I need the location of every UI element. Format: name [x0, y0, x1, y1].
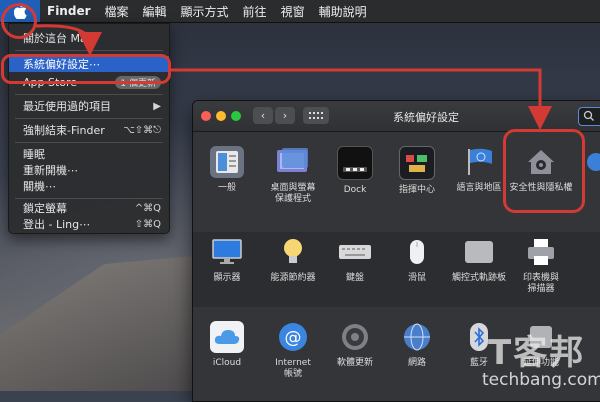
menu-separator: [15, 118, 163, 119]
keyboard-icon: [338, 236, 372, 268]
gear-icon: [338, 321, 372, 353]
menu-item-logout[interactable]: 登出 - Ling⋯ ⇧⌘Q: [9, 216, 169, 232]
watermark-logo: T客邦: [488, 333, 586, 373]
pane-energy-saver[interactable]: 能源節約器: [261, 236, 325, 284]
svg-text:@: @: [285, 328, 302, 348]
menu-view[interactable]: 顯示方式: [174, 3, 236, 20]
window-titlebar[interactable]: ‹ › 系統偏好設定: [193, 101, 600, 132]
menu-bar: Finder 檔案 編輯 顯示方式 前往 視窗 輔助說明: [0, 0, 600, 23]
menu-help[interactable]: 輔助說明: [312, 3, 374, 20]
pane-language-region[interactable]: 語言與地區: [447, 146, 511, 194]
at-sign-icon: @: [276, 321, 310, 353]
pane-desktop-screensaver[interactable]: 桌面與螢幕 保護程式: [261, 146, 325, 205]
security-privacy-annotation-box: [503, 129, 585, 213]
system-preferences-annotation-box: [1, 54, 171, 84]
desktop-screensaver-icon: [276, 146, 310, 178]
dock-icon: [337, 146, 373, 180]
pane-software-update[interactable]: 軟體更新: [323, 321, 387, 369]
menu-separator: [15, 142, 163, 143]
forward-button[interactable]: ›: [275, 107, 295, 124]
zoom-window-button[interactable]: [231, 111, 241, 121]
printer-icon: [524, 236, 558, 268]
apple-menu-annotation-circle: [1, 3, 37, 39]
close-window-button[interactable]: [201, 111, 211, 121]
menu-window[interactable]: 視窗: [274, 3, 312, 20]
menu-separator: [15, 198, 163, 199]
pane-printers-scanners[interactable]: 印表機與 掃描器: [509, 236, 573, 295]
submenu-arrow-icon: ▶: [153, 100, 161, 112]
pane-mouse[interactable]: 滑鼠: [385, 236, 449, 284]
pane-dock[interactable]: Dock: [323, 146, 387, 196]
pane-keyboard[interactable]: 鍵盤: [323, 236, 387, 284]
display-icon: [210, 236, 244, 268]
lightbulb-icon: [276, 236, 310, 268]
pane-icloud[interactable]: iCloud: [195, 321, 259, 369]
menu-item-about[interactable]: 關於這台 Mac: [9, 30, 169, 46]
watermark-url: techbang.com: [482, 370, 600, 390]
minimize-window-button[interactable]: [216, 111, 226, 121]
menu-item-restart[interactable]: 重新開機⋯: [9, 162, 169, 178]
icloud-icon: [210, 321, 244, 353]
pane-network[interactable]: 網路: [385, 321, 449, 369]
pane-trackpad[interactable]: 觸控式軌跡板: [447, 236, 511, 284]
mission-control-icon: [399, 146, 435, 180]
menu-item-lock-screen[interactable]: 鎖定螢幕 ^⌘Q: [9, 200, 169, 216]
pane-internet-accounts[interactable]: @ Internet 帳號: [261, 321, 325, 380]
menu-go[interactable]: 前往: [236, 3, 274, 20]
menu-file[interactable]: 檔案: [98, 3, 136, 20]
pane-mission-control[interactable]: 指揮中心: [385, 146, 449, 196]
language-region-icon: [462, 146, 496, 178]
show-all-button[interactable]: [303, 107, 329, 124]
search-input[interactable]: [578, 107, 600, 126]
window-title: 系統偏好設定: [393, 111, 459, 124]
pane-general[interactable]: 一般: [195, 146, 259, 194]
menu-item-recent-items[interactable]: 最近使用過的項目 ▶: [9, 98, 169, 114]
menu-separator: [15, 94, 163, 95]
menu-separator: [15, 50, 163, 51]
menu-finder[interactable]: Finder: [40, 4, 98, 18]
menu-item-force-quit[interactable]: 強制結束-Finder ⌥⇧⌘⎋: [9, 122, 169, 138]
grid-icon: [309, 111, 323, 119]
trackpad-icon: [462, 236, 496, 268]
menu-item-shutdown[interactable]: 關機⋯: [9, 178, 169, 194]
back-button[interactable]: ‹: [253, 107, 273, 124]
pane-displays[interactable]: 顯示器: [195, 236, 259, 284]
menu-item-sleep[interactable]: 睡眠: [9, 146, 169, 162]
mouse-icon: [400, 236, 434, 268]
search-icon: [583, 110, 594, 121]
globe-icon: [400, 321, 434, 353]
menu-edit[interactable]: 編輯: [136, 3, 174, 20]
general-icon: [210, 146, 244, 178]
